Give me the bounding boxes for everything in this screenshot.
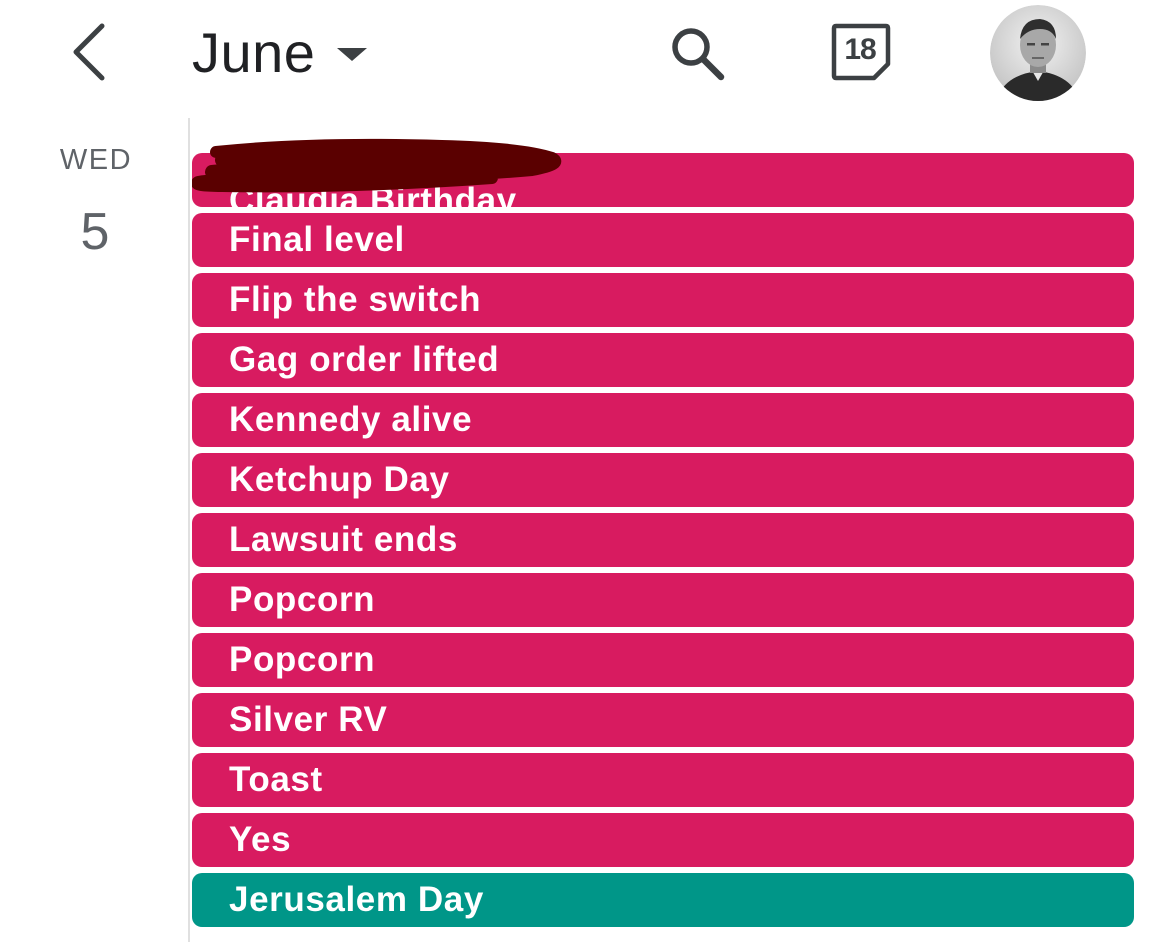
event-chip[interactable]: Popcorn — [192, 573, 1134, 627]
event-title: Kennedy alive — [229, 400, 473, 439]
today-button[interactable]: 18 — [830, 22, 892, 82]
back-button[interactable] — [62, 18, 122, 88]
event-title: Ketchup Day — [229, 460, 450, 499]
event-list: Claudia Birthday Final level Flip the sw… — [192, 153, 1134, 933]
event-title: Gag order lifted — [229, 340, 500, 379]
event-chip[interactable]: Lawsuit ends — [192, 513, 1134, 567]
event-title: Yes — [229, 820, 292, 859]
search-icon — [672, 28, 725, 81]
event-title: Lawsuit ends — [229, 520, 458, 559]
event-title: Popcorn — [229, 580, 376, 619]
event-title: Claudia Birthday — [229, 181, 517, 207]
event-chip[interactable]: Ketchup Day — [192, 453, 1134, 507]
avatar[interactable] — [990, 5, 1086, 101]
search-button[interactable] — [666, 22, 728, 84]
month-label: June — [192, 20, 316, 84]
event-chip[interactable]: Claudia Birthday — [192, 153, 1134, 207]
event-chip[interactable]: Final level — [192, 213, 1134, 267]
event-title: Final level — [229, 220, 405, 259]
event-title: Flip the switch — [229, 280, 482, 319]
event-chip[interactable]: Flip the switch — [192, 273, 1134, 327]
event-chip[interactable]: Yes — [192, 813, 1134, 867]
today-date-number: 18 — [844, 33, 876, 66]
user-avatar-icon — [990, 5, 1086, 101]
chevron-left-icon — [73, 23, 105, 81]
day-number[interactable]: 5 — [0, 202, 190, 262]
event-chip[interactable]: Silver RV — [192, 693, 1134, 747]
event-title: Popcorn — [229, 640, 376, 679]
event-title: Toast — [229, 760, 323, 799]
event-title: Jerusalem Day — [229, 880, 484, 919]
month-selector-button[interactable]: June — [192, 14, 368, 90]
event-chip[interactable]: Jerusalem Day — [192, 873, 1134, 927]
day-of-week: WED — [59, 144, 133, 176]
app-header: June 18 — [0, 0, 1170, 110]
day-header: WED 5 — [0, 120, 188, 942]
event-chip[interactable]: Gag order lifted — [192, 333, 1134, 387]
column-divider — [188, 118, 190, 942]
event-chip[interactable]: Popcorn — [192, 633, 1134, 687]
event-chip[interactable]: Toast — [192, 753, 1134, 807]
event-chip[interactable]: Kennedy alive — [192, 393, 1134, 447]
event-title: Silver RV — [229, 700, 388, 739]
caret-down-icon — [337, 47, 368, 61]
